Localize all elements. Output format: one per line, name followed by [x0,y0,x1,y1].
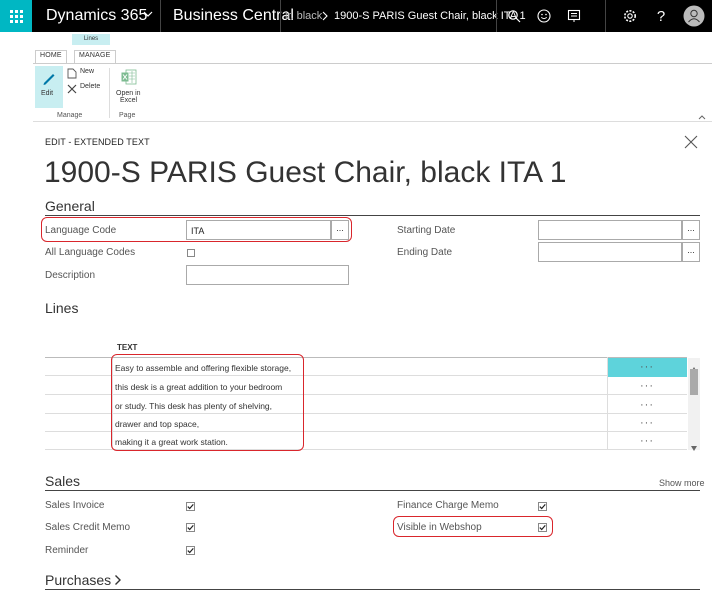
section-title-lines[interactable]: Lines [45,300,78,316]
tab-home[interactable]: HOME [35,50,67,63]
chevron-down-icon[interactable] [142,8,154,23]
new-label: New [80,68,95,75]
smiley-icon[interactable] [530,0,558,32]
open-in-excel-button[interactable]: Open in Excel [113,66,145,108]
tab-strip-rule [33,63,712,64]
row-action-menu[interactable]: ··· [640,380,654,392]
delete-label: Delete [80,83,101,90]
reminder-label: Reminder [45,545,89,556]
ending-date-picker-button[interactable]: ... [682,242,700,262]
highlight-language-code [41,217,352,242]
starting-date-picker-button[interactable]: ... [682,220,700,240]
section-rule [45,490,700,491]
divider [496,0,497,32]
reminder-checkbox[interactable] [186,544,195,558]
app-name[interactable]: Dynamics 365 [46,7,147,25]
sales-credit-memo-label: Sales Credit Memo [45,522,131,533]
row-action-menu[interactable]: ··· [640,435,654,447]
group-divider [109,68,110,118]
tab-manage[interactable]: MANAGE [74,50,116,63]
group-label-manage: Manage [57,112,83,119]
column-header-text[interactable]: TEXT [117,343,137,352]
breadcrumb-previous[interactable]: ir. black [285,10,322,22]
waffle-icon[interactable] [0,0,32,32]
page-title: 1900-S PARIS Guest Chair, black ITA 1 [44,156,567,189]
new-icon [67,68,77,82]
description-field[interactable] [186,265,349,285]
sales-invoice-checkbox[interactable] [186,500,195,514]
delete-icon [67,83,77,97]
edit-button[interactable]: Edit [35,66,63,108]
delete-button[interactable]: Delete [67,83,107,95]
breadcrumb-chevron-icon [321,10,329,25]
section-title-purchases[interactable]: Purchases [45,572,111,588]
user-icon[interactable] [680,0,708,32]
checkmark-icon [186,546,195,555]
feedback-icon[interactable] [560,0,588,32]
collapse-ribbon-icon[interactable] [697,110,707,124]
highlight-visible-in-webshop [393,516,553,537]
finance-charge-memo-checkbox[interactable] [538,500,547,514]
open-in-excel-label-1: Open in [116,90,141,97]
help-icon[interactable]: ? [647,0,675,32]
section-title-general[interactable]: General [45,198,95,214]
show-more-link[interactable]: Show more [659,478,705,488]
sales-invoice-label: Sales Invoice [45,500,105,511]
highlight-lines-text [111,354,304,451]
row-action-menu[interactable]: ··· [640,399,654,411]
divider [605,0,606,32]
group-label-page: Page [119,112,136,119]
ending-date-field[interactable] [538,242,682,262]
grid-scrollbar[interactable] [688,358,700,451]
edit-icon [41,70,57,89]
new-button[interactable]: New [67,68,103,80]
contextual-tab-group: Lines [72,34,110,45]
all-language-codes-checkbox[interactable] [187,249,195,257]
search-icon[interactable] [500,0,528,32]
close-icon[interactable] [683,134,699,153]
sales-credit-memo-checkbox[interactable] [186,521,195,535]
excel-icon [121,69,137,88]
section-rule [45,589,700,590]
checkmark-icon [186,502,195,511]
checkmark-icon [538,502,547,511]
all-language-codes-label: All Language Codes [45,247,136,258]
open-in-excel-label-2: Excel [120,97,138,104]
ending-date-label: Ending Date [397,247,453,258]
settings-icon[interactable] [616,0,644,32]
product-name[interactable]: Business Central [173,7,294,25]
row-action-menu[interactable]: ··· [640,417,654,429]
section-rule [45,215,700,216]
page-caption: EDIT - EXTENDED TEXT [45,137,150,147]
finance-charge-memo-label: Finance Charge Memo [397,500,499,511]
row-action-menu[interactable]: ··· [640,361,654,373]
section-title-sales[interactable]: Sales [45,473,80,489]
scroll-down-icon[interactable] [691,440,697,454]
divider [280,0,281,32]
starting-date-field[interactable] [538,220,682,240]
action-ribbon: Lines HOME MANAGE Edit New Delete Open i… [33,32,712,122]
starting-date-label: Starting Date [397,225,456,236]
top-bar: Dynamics 365 Business Central ir. black … [0,0,712,32]
description-label: Description [45,270,96,281]
scroll-thumb[interactable] [690,369,698,395]
edit-label: Edit [41,90,54,97]
chevron-right-icon[interactable] [114,574,122,589]
checkmark-icon [186,523,195,532]
divider [160,0,161,32]
